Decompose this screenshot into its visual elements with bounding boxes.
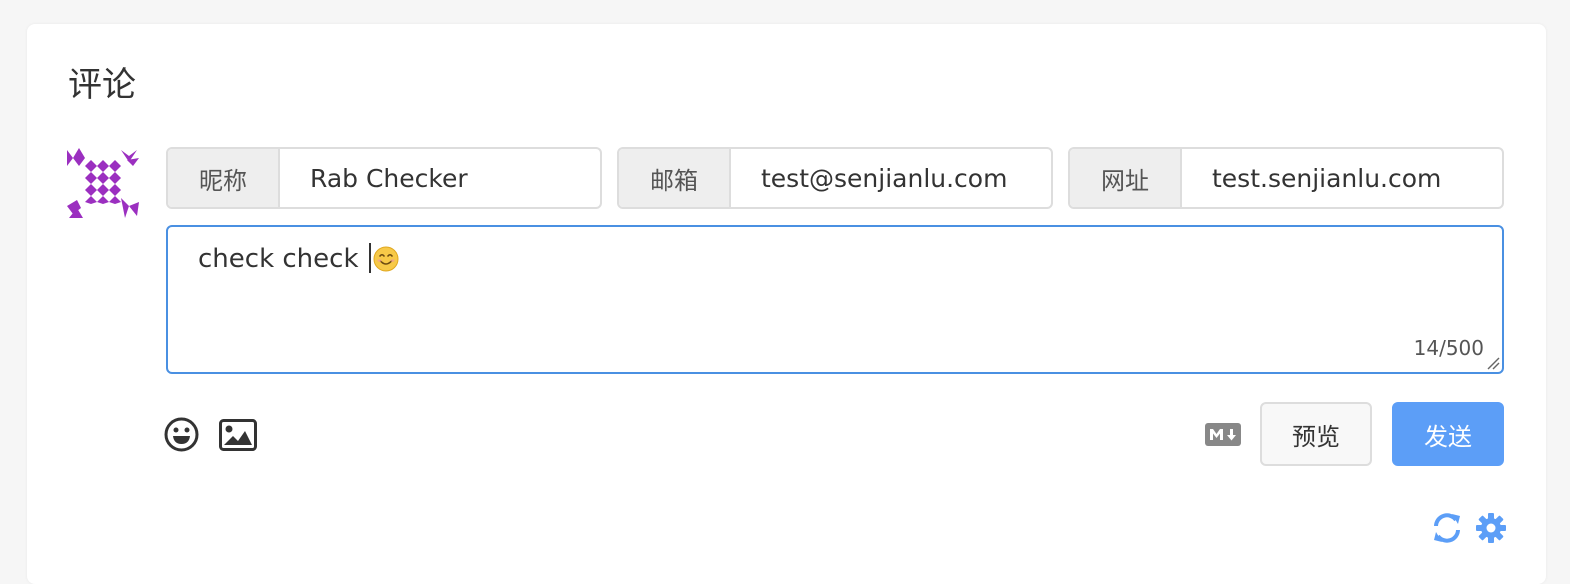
website-label: 网址 — [1070, 149, 1182, 207]
email-label: 邮箱 — [619, 149, 731, 207]
character-counter: 14/500 — [1413, 336, 1484, 360]
comment-text-line: check check — [198, 241, 399, 277]
resize-handle-icon[interactable] — [1486, 356, 1500, 370]
markdown-icon[interactable] — [1205, 423, 1241, 446]
nickname-input[interactable]: Rab Checker — [280, 149, 600, 207]
smiling-face-emoji — [373, 246, 399, 272]
website-input[interactable]: test.senjianlu.com — [1182, 149, 1502, 207]
website-field[interactable]: 网址 test.senjianlu.com — [1068, 147, 1504, 209]
nickname-field[interactable]: 昵称 Rab Checker — [166, 147, 602, 209]
image-icon[interactable] — [219, 419, 257, 451]
section-title: 评论 — [68, 65, 136, 105]
comment-text: check check — [198, 244, 367, 274]
send-button[interactable]: 发送 — [1392, 402, 1504, 466]
email-field[interactable]: 邮箱 test@senjianlu.com — [617, 147, 1053, 209]
text-caret — [368, 243, 371, 273]
comment-textarea[interactable]: check check 14/500 — [166, 225, 1504, 374]
smile-icon[interactable] — [164, 417, 199, 452]
preview-button[interactable]: 预览 — [1260, 402, 1372, 466]
gear-icon[interactable] — [1476, 513, 1506, 543]
email-input[interactable]: test@senjianlu.com — [731, 149, 1051, 207]
nickname-label: 昵称 — [168, 149, 280, 207]
avatar — [67, 148, 139, 218]
refresh-icon[interactable] — [1432, 512, 1462, 544]
